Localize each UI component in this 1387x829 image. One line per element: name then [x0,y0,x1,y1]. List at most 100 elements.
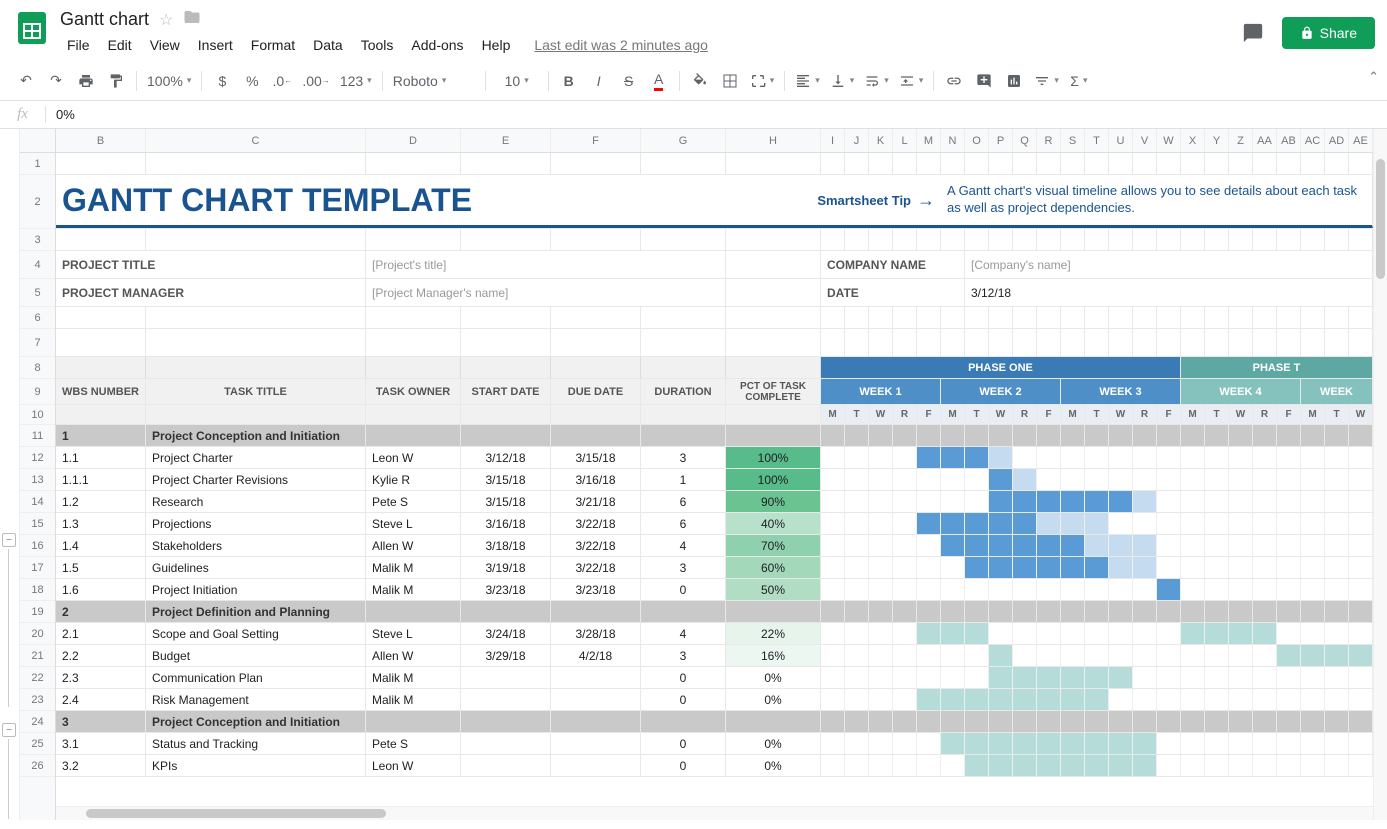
cell[interactable] [1109,447,1133,468]
cell[interactable] [821,733,845,754]
cell[interactable] [965,447,989,468]
cell[interactable] [989,153,1013,174]
row-header[interactable]: 20 [20,623,55,645]
col-header[interactable]: G [641,129,726,152]
cell[interactable]: 3/16/18 [461,513,551,534]
col-header[interactable]: I [821,129,845,152]
cell[interactable] [869,491,893,512]
cell[interactable] [989,329,1013,356]
cell[interactable] [1157,425,1181,446]
cell[interactable] [1013,711,1037,732]
cell[interactable] [1133,447,1157,468]
col-header[interactable]: AA [1253,129,1277,152]
cell[interactable] [461,601,551,622]
cell[interactable] [917,491,941,512]
percent-button[interactable]: % [238,67,266,95]
cell[interactable] [989,733,1013,754]
cell[interactable] [1229,557,1253,578]
cell[interactable]: Status and Tracking [146,733,366,754]
collapse-toolbar-button[interactable]: ⌃ [1368,69,1379,85]
cell[interactable] [1205,645,1229,666]
cell[interactable] [917,469,941,490]
cell[interactable] [1349,689,1373,710]
col-header[interactable]: O [965,129,989,152]
cell[interactable] [1109,513,1133,534]
cell[interactable] [893,645,917,666]
cell[interactable]: 3/15/18 [551,447,641,468]
cell[interactable] [461,711,551,732]
cell[interactable] [845,469,869,490]
cell[interactable] [1133,513,1157,534]
cell[interactable] [1301,733,1325,754]
cell[interactable] [1133,329,1157,356]
cell[interactable] [1133,153,1157,174]
cell[interactable]: Guidelines [146,557,366,578]
cell[interactable] [941,425,965,446]
cell[interactable]: 3/29/18 [461,645,551,666]
cell[interactable] [1085,425,1109,446]
cell[interactable] [1181,711,1205,732]
cell[interactable] [893,601,917,622]
cell[interactable] [1325,601,1349,622]
cell[interactable] [917,579,941,600]
cell[interactable] [1229,329,1253,356]
cell[interactable] [1229,307,1253,328]
cell[interactable] [1157,645,1181,666]
cell[interactable] [726,279,821,306]
cell[interactable]: Leon W [366,447,461,468]
cell[interactable] [821,447,845,468]
cell[interactable] [1061,307,1085,328]
row-header[interactable]: 18 [20,579,55,601]
cell[interactable]: W [869,405,893,424]
cell[interactable] [1157,733,1181,754]
cell[interactable]: DURATION [641,379,726,404]
menu-edit[interactable]: Edit [101,33,139,57]
cell[interactable] [821,491,845,512]
cell[interactable] [821,601,845,622]
cell[interactable] [1037,535,1061,556]
cell[interactable] [965,425,989,446]
cell[interactable] [1349,557,1373,578]
vertical-scrollbar[interactable] [1373,129,1387,820]
cell[interactable] [1205,535,1229,556]
cell[interactable]: R [1133,405,1157,424]
row-header[interactable]: 21 [20,645,55,667]
cell[interactable] [917,229,941,250]
cell[interactable] [1301,579,1325,600]
cell[interactable] [551,601,641,622]
cell[interactable]: 40% [726,513,821,534]
cell[interactable] [869,307,893,328]
cell[interactable] [1061,711,1085,732]
cell[interactable]: KPIs [146,755,366,776]
cell[interactable] [893,447,917,468]
cell[interactable] [1085,447,1109,468]
cell[interactable] [941,229,965,250]
cell[interactable] [1085,535,1109,556]
cell[interactable] [893,579,917,600]
cell[interactable]: F [1157,405,1181,424]
cell[interactable]: Project Charter Revisions [146,469,366,490]
cell[interactable]: 1.4 [56,535,146,556]
cell[interactable]: PROJECT MANAGER [56,279,366,306]
strike-button[interactable]: S [615,67,643,95]
cell[interactable] [893,557,917,578]
cell[interactable] [551,425,641,446]
cell[interactable] [1181,733,1205,754]
cell[interactable]: TASK TITLE [146,379,366,404]
cell[interactable] [941,601,965,622]
cell[interactable] [1253,425,1277,446]
cell[interactable]: Research [146,491,366,512]
cell[interactable] [821,469,845,490]
cell[interactable] [845,535,869,556]
cell[interactable]: 3/22/18 [551,557,641,578]
cell[interactable] [1013,645,1037,666]
cell[interactable] [1013,755,1037,776]
col-header[interactable]: Z [1229,129,1253,152]
cell[interactable] [821,755,845,776]
cell[interactable] [1181,469,1205,490]
cell[interactable]: 0 [641,755,726,776]
valign-button[interactable] [826,67,859,95]
cell[interactable] [1013,153,1037,174]
cell[interactable] [1253,645,1277,666]
cell[interactable]: 0 [641,667,726,688]
